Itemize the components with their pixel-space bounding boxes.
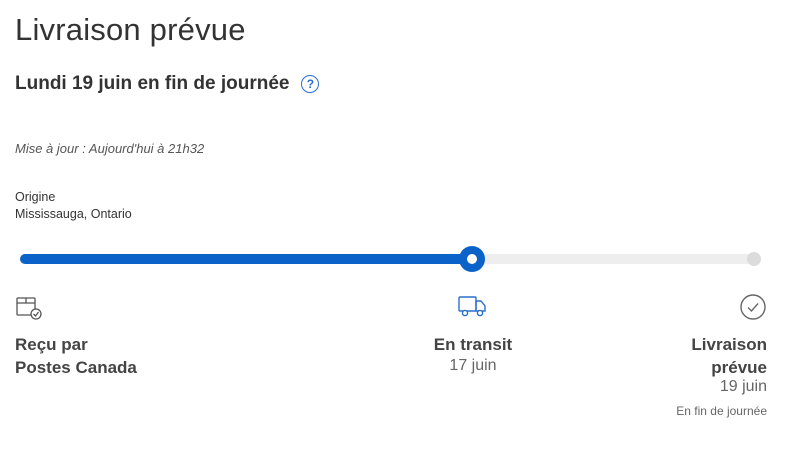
delivery-truck-icon [457, 293, 487, 324]
progress-current-marker [459, 246, 485, 272]
last-updated-text: Mise à jour : Aujourd'hui à 21h32 [15, 141, 205, 156]
step-received-label: Reçu par Postes Canada [15, 333, 137, 379]
step-delivery-label: Livraison prévue [691, 333, 767, 379]
step-delivery-date: 19 juin [719, 378, 767, 395]
step-delivery-note: En fin de journée [676, 404, 767, 418]
check-circle-icon [739, 293, 767, 326]
delivery-date-text: Lundi 19 juin en fin de journée [15, 73, 290, 94]
step-delivery-line1: Livraison [691, 335, 767, 354]
question-circle-icon[interactable]: ? [301, 75, 320, 93]
progress-fill [20, 254, 472, 264]
step-transit-label: En transit [433, 335, 513, 354]
origin-value: Mississauga, Ontario [15, 207, 132, 221]
package-received-icon [15, 293, 43, 326]
progress-end-dot [747, 252, 761, 266]
step-received-line2: Postes Canada [15, 358, 137, 377]
step-transit-date: 17 juin [449, 357, 497, 374]
page-title: Livraison prévue [15, 12, 246, 47]
origin-label: Origine [15, 190, 56, 204]
delivery-date-heading: Lundi 19 juin en fin de journée ? [15, 73, 320, 95]
step-received-line1: Reçu par [15, 335, 88, 354]
tracking-progress-bar [20, 246, 761, 272]
step-delivery-line2: prévue [711, 358, 767, 377]
